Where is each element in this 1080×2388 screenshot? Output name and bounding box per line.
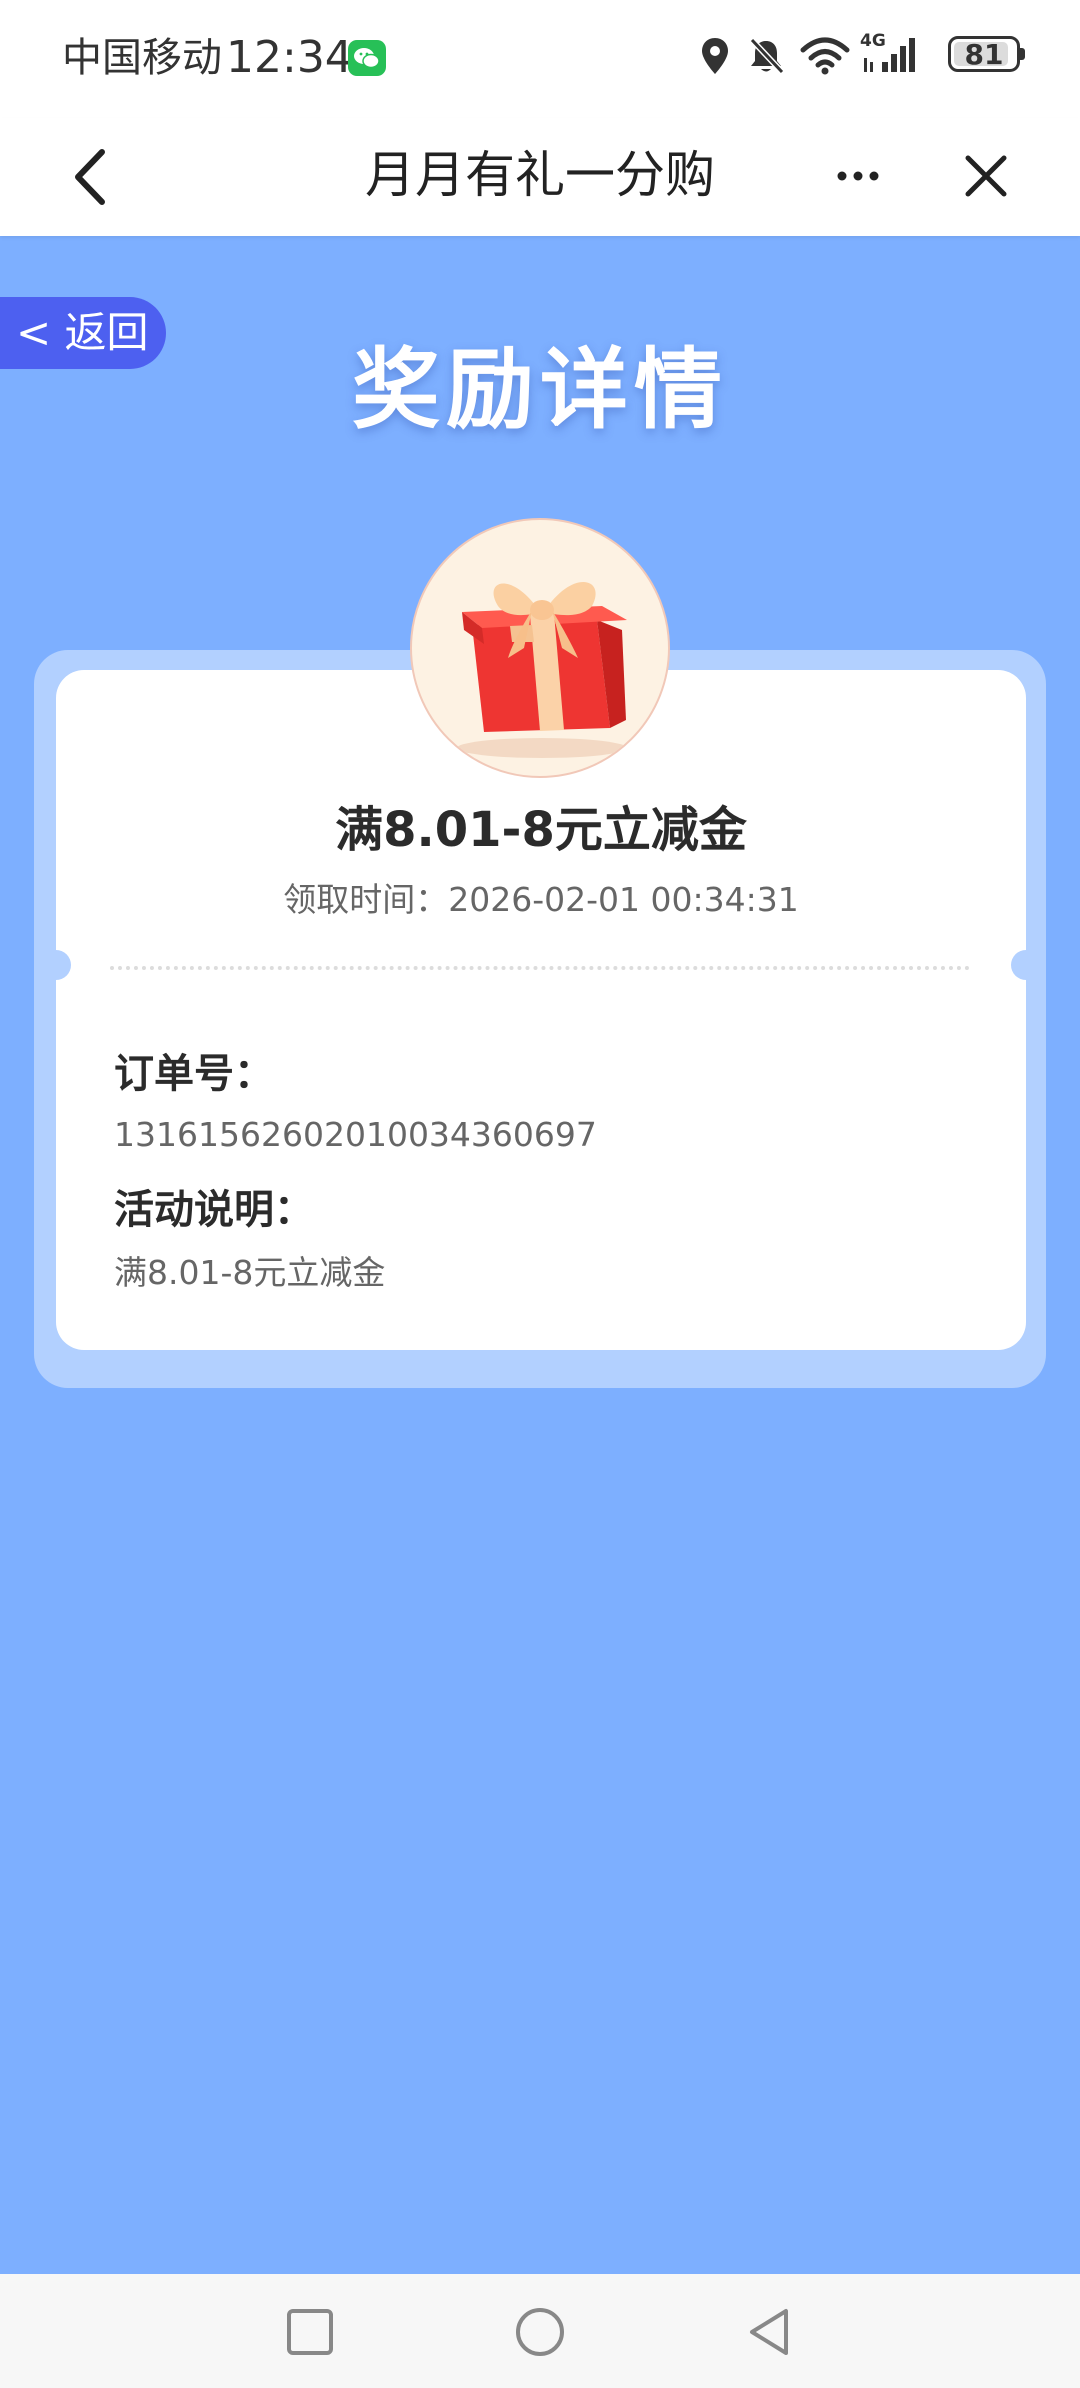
order-number-label: 订单号：	[114, 1051, 274, 1097]
back-arrow-icon[interactable]	[60, 144, 126, 210]
close-icon[interactable]	[958, 148, 1014, 204]
carrier-name: 中国移动	[62, 35, 222, 81]
battery-icon: 81	[948, 36, 1025, 72]
activity-description-label: 活动说明：	[114, 1187, 314, 1233]
reward-title: 满8.01-8元立减金	[335, 802, 747, 858]
battery-level: 81	[964, 38, 1004, 71]
wifi-icon	[800, 36, 850, 80]
status-bar: 中国移动 12:34 4G 81	[0, 0, 1080, 118]
page-title: 月月有礼一分购	[365, 146, 715, 204]
recent-apps-icon[interactable]	[284, 2306, 336, 2358]
page-heading: 奖励详情	[351, 338, 728, 441]
card-notch-right	[1011, 950, 1041, 980]
wechat-icon	[348, 40, 386, 76]
back-triangle-icon[interactable]	[744, 2306, 796, 2358]
dotted-divider	[110, 966, 970, 970]
activity-description-value: 满8.01-8元立减金	[114, 1253, 386, 1292]
status-icons: 4G 81	[700, 32, 1025, 84]
location-icon	[700, 36, 730, 80]
title-bar: 月月有礼一分购	[0, 118, 1080, 236]
return-button[interactable]: < 返回	[0, 297, 166, 369]
claim-time: 领取时间：2026-02-01 00:34:31	[283, 880, 799, 919]
card-notch-left	[41, 950, 71, 980]
gift-box-icon	[410, 518, 670, 778]
bell-off-icon	[746, 36, 786, 80]
more-dots-icon[interactable]	[830, 148, 886, 204]
status-time: 12:34	[226, 32, 353, 83]
system-navigation-bar	[0, 2274, 1080, 2388]
order-number-value: 1316156260201003436069​7	[114, 1115, 597, 1154]
home-icon[interactable]	[514, 2306, 566, 2358]
